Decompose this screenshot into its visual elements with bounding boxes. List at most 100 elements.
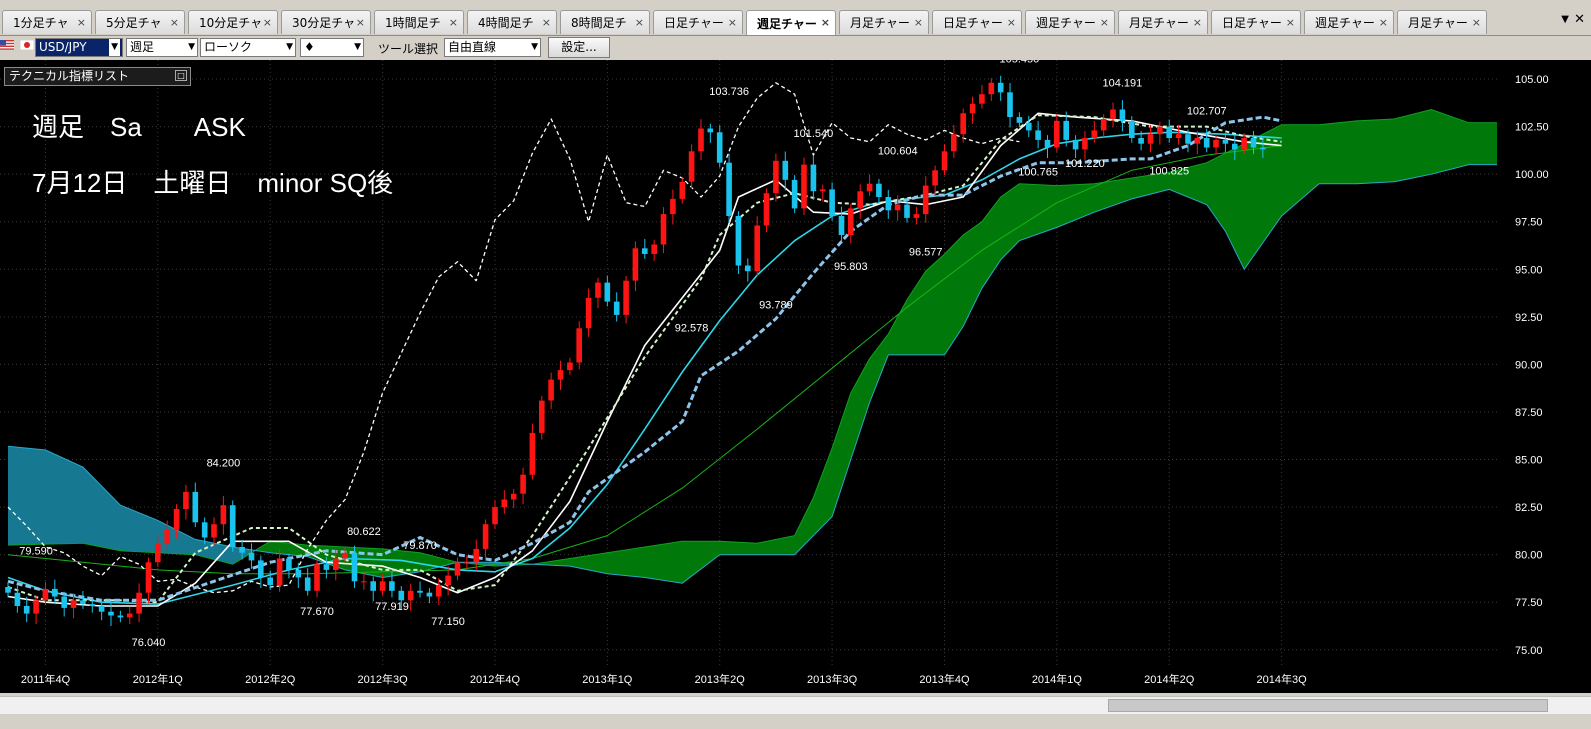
tab-label: 日足チャー (664, 16, 724, 30)
tab-2[interactable]: 10分足チャ × (188, 10, 278, 34)
tab-10[interactable]: 日足チャー × (932, 10, 1022, 34)
tab-close-icon[interactable]: × (77, 16, 86, 29)
tab-11[interactable]: 週足チャー × (1025, 10, 1115, 34)
candle-body (155, 543, 161, 563)
tab-7[interactable]: 日足チャー × (653, 10, 743, 34)
tab-13[interactable]: 日足チャー × (1211, 10, 1301, 34)
maximize-icon[interactable]: □ (175, 70, 187, 81)
candle-body (342, 552, 348, 559)
tab-3[interactable]: 30分足チャ × (281, 10, 371, 34)
settings-button[interactable]: 設定... (548, 37, 610, 58)
tool-value: 自由直線 (448, 40, 497, 54)
candle-body (501, 499, 508, 508)
tab-close-icon[interactable]: × (1379, 16, 1388, 29)
y-tick-label: 100.00 (1515, 169, 1549, 181)
tab-close-icon[interactable]: × (1472, 16, 1481, 29)
chart-style-select[interactable]: ローソク ▼ (200, 38, 296, 57)
draw-mode-select[interactable]: ♦ ▼ (300, 38, 364, 57)
tab-close-icon[interactable]: × (263, 16, 272, 29)
candle-body (520, 474, 526, 494)
candle-body (951, 134, 957, 152)
tab-6[interactable]: 8時間足チ × (560, 10, 650, 34)
candle-body (1138, 138, 1144, 144)
tab-close-icon[interactable]: × (728, 16, 737, 29)
candle-body (42, 588, 49, 601)
tab-close-icon[interactable]: × (1193, 16, 1202, 29)
tab-close-icon[interactable]: × (821, 16, 830, 29)
candle-body (145, 562, 152, 593)
x-tick-label: 2012年3Q (358, 672, 409, 686)
candle-body (323, 564, 330, 570)
close-window-icon[interactable]: ✕ (1574, 12, 1585, 27)
tab-label: 30分足チャ (292, 16, 356, 30)
tab-15[interactable]: 月足チャー × (1397, 10, 1487, 34)
candle-body (595, 282, 601, 298)
candle-body (819, 189, 826, 192)
price-label: 84.200 (207, 458, 241, 470)
cloud-bull (532, 109, 1497, 584)
tab-label: 5分足チャ (106, 16, 162, 30)
tab-close-icon[interactable]: × (170, 16, 179, 29)
candle-body (370, 581, 376, 591)
candle-body (80, 600, 86, 605)
scrollbar-thumb[interactable] (1108, 699, 1548, 712)
tab-8[interactable]: 週足チャー × (746, 10, 836, 35)
candle-body (1260, 147, 1266, 150)
candle-body (801, 164, 807, 209)
candle-body (464, 562, 470, 564)
tab-list-menu-icon[interactable]: ▼ (1561, 14, 1569, 25)
tab-9[interactable]: 月足チャー × (839, 10, 929, 34)
candle-body (539, 400, 545, 433)
candle-body (1129, 120, 1135, 138)
x-tick-label: 2013年1Q (582, 672, 633, 686)
timeframe-select[interactable]: 週足 ▼ (126, 38, 198, 57)
price-label: 104.191 (1103, 77, 1143, 89)
tab-4[interactable]: 1時間足チ × (374, 10, 464, 34)
price-chart[interactable]: 84.200 79.590 76.040 80.622 77.670 79.870 77.9… (0, 60, 1591, 693)
candle-body (445, 575, 451, 586)
us-flag-icon (0, 40, 14, 50)
tool-select[interactable]: 自由直線 ▼ (444, 38, 541, 57)
tab-0[interactable]: 1分足チャ × (2, 10, 92, 34)
x-tick-label: 2014年2Q (1144, 672, 1195, 686)
candle-body (1072, 139, 1079, 150)
x-tick-label: 2014年3Q (1257, 672, 1308, 686)
x-tick-label: 2014年1Q (1032, 672, 1083, 686)
candle-body (548, 379, 554, 401)
tab-close-icon[interactable]: × (542, 16, 551, 29)
candle-body (660, 214, 667, 245)
chart-area[interactable]: 84.200 79.590 76.040 80.622 77.670 79.870 77.9… (0, 60, 1591, 693)
tab-close-icon[interactable]: × (1286, 16, 1295, 29)
candle-body (726, 162, 732, 216)
candle-body (211, 524, 217, 538)
tab-close-icon[interactable]: × (635, 16, 644, 29)
tab-close-icon[interactable]: × (1007, 16, 1016, 29)
candle-body (510, 493, 517, 500)
symbol-select[interactable]: USD/JPY ▼ (35, 38, 123, 57)
x-tick-label: 2012年1Q (133, 672, 184, 686)
technical-indicator-list[interactable]: テクニカル指標リスト □ (4, 67, 191, 86)
candle-body (745, 265, 751, 272)
candle-body (1185, 134, 1191, 144)
tab-12[interactable]: 月足チャー × (1118, 10, 1208, 34)
tab-close-icon[interactable]: × (1100, 16, 1109, 29)
y-tick-label: 95.00 (1515, 264, 1543, 276)
price-label: 77.919 (375, 601, 409, 613)
candle-body (679, 181, 686, 199)
candle-body (1016, 117, 1023, 123)
tab-5[interactable]: 4時間足チ × (467, 10, 557, 34)
candle-body (979, 94, 985, 104)
candle-body (454, 562, 461, 576)
tab-close-icon[interactable]: × (449, 16, 458, 29)
tab-close-icon[interactable]: × (356, 16, 365, 29)
tab-label: 4時間足チ (478, 16, 534, 30)
tab-14[interactable]: 週足チャー × (1304, 10, 1394, 34)
tab-close-icon[interactable]: × (914, 16, 923, 29)
x-tick-label: 2013年3Q (807, 672, 858, 686)
horizontal-scrollbar[interactable] (0, 696, 1591, 714)
tab-1[interactable]: 5分足チャ × (95, 10, 185, 34)
tab-label: 週足チャー (1315, 16, 1375, 30)
candle-body (604, 282, 611, 302)
candle-body (698, 128, 704, 152)
candle-body (782, 160, 789, 180)
